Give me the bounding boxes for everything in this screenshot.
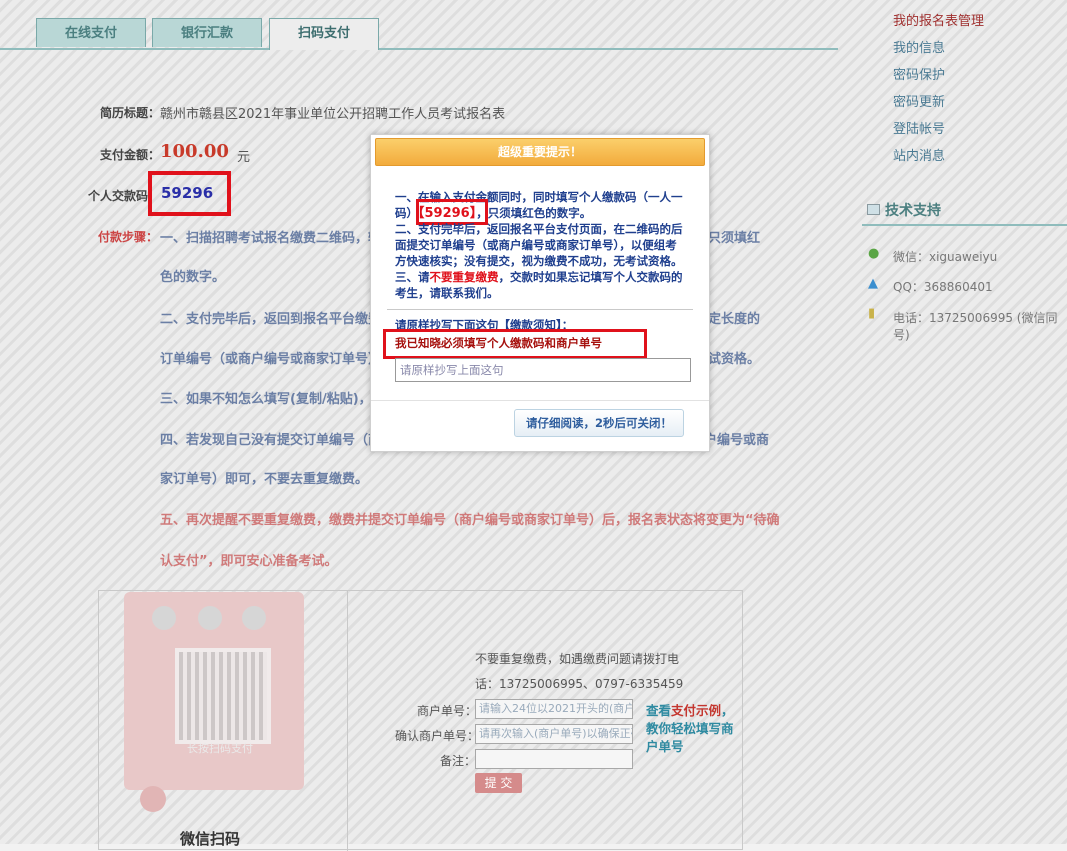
merchant-number-input[interactable]: 请输入24位以2021开头的(商户单	[475, 699, 633, 719]
shield-icon	[242, 606, 266, 630]
sidebar-item-login-account[interactable]: 登陆帐号	[893, 118, 945, 137]
important-notice-modal: 超级重要提示！ 一、在输入支付金额同时，同时填写个人缴款码（一人一 码）【592…	[370, 134, 710, 452]
confirm-merchant-label: 确认商户单号：	[395, 729, 480, 743]
wechat-contact-icon: ●	[868, 246, 880, 261]
support-wechat: 微信：xiguaweiyu	[893, 250, 998, 264]
teach-line2: 户单号	[646, 739, 684, 754]
phone-icon: ▮	[868, 306, 876, 321]
step-1-line-b: 只须填红	[708, 231, 761, 246]
modal-point-1-suffix: ，只须填红色的数字。	[476, 206, 592, 220]
resume-value: 赣州市赣县区2021年事业单位公开招聘工作人员考试报名表	[160, 107, 506, 122]
step-3-line-a: 三、如果不知怎么填写(复制/粘贴)，请	[160, 392, 385, 407]
amount-value: 100.00	[160, 141, 229, 162]
wechat-scan-title: 微信扫码	[180, 830, 241, 848]
remark-input[interactable]	[475, 749, 633, 769]
code-value: 59296	[161, 184, 214, 202]
tab-bank-transfer[interactable]: 银行汇款	[152, 18, 262, 47]
qq-icon: ▲	[868, 276, 878, 291]
step-1-line-c: 色的数字。	[160, 270, 226, 285]
modal-point-3-red: 不要重复缴费	[429, 270, 499, 284]
step-4-line-b: 户编号或商	[704, 433, 770, 448]
modal-divider	[387, 309, 693, 310]
resume-label: 简历标题：	[100, 106, 161, 120]
merchant-logo-icon	[140, 786, 166, 812]
panel-divider	[347, 591, 348, 851]
submit-button[interactable]: 提 交	[475, 773, 522, 793]
merchant-label: 商户单号：	[417, 704, 478, 718]
support-phone: 电话：13725006995 (微信同号)	[893, 311, 1058, 342]
check-icon	[198, 606, 222, 630]
modal-title: 超级重要提示！	[375, 138, 705, 166]
tab-online-pay[interactable]: 在线支付	[36, 18, 146, 47]
step-2-line-a: 二、支付完毕后，返回到报名平台缴费	[160, 312, 382, 327]
sidebar-item-messages[interactable]: 站内消息	[893, 145, 945, 164]
remark-label: 备注：	[440, 754, 477, 768]
example-suffix: ，	[721, 703, 734, 718]
step-5-line-b: 认支付”，即可安心准备考试。	[160, 554, 338, 569]
teach-line1: 教你轻松填写商	[646, 721, 734, 736]
sidebar-item-registration-manage[interactable]: 我的报名表管理	[893, 10, 984, 29]
modal-point-3-suffix: ，交款时如果忘记填写个人交款码的	[498, 270, 683, 284]
modal-point-3-line-b: 考生，请联系我们。	[395, 286, 499, 300]
support-qq: QQ：368860401	[893, 280, 993, 294]
tab-scan-pay[interactable]: 扫码支付	[269, 18, 379, 50]
step-1-line-a: 一、扫描招聘考试报名缴费二维码，输	[160, 231, 382, 246]
payment-example-link[interactable]: 支付示例	[671, 703, 721, 718]
support-title: 技术支持	[885, 203, 941, 219]
modal-point-3-prefix: 三、请	[395, 270, 430, 284]
qr-caption: 长按扫码支付	[187, 742, 253, 755]
step-2-line-c: 订单编号（或商户编号或商家订单号）	[160, 352, 382, 367]
code-label: 个人交款码	[88, 189, 149, 203]
step-4-line-c: 家订单号）即可，不要去重复缴费。	[160, 472, 369, 487]
modal-footer-divider	[371, 400, 709, 401]
monitor-icon	[867, 204, 880, 215]
sidebar-item-password-protect[interactable]: 密码保护	[893, 64, 945, 83]
payment-tabs: 在线支付 银行汇款 扫码支付	[0, 18, 838, 50]
payment-notice-line1: 不要重复缴费，如遇缴费问题请拨打电	[475, 652, 680, 666]
modal-copy-input[interactable]: 请原样抄写上面这句	[395, 358, 691, 382]
modal-point-2-line-c: 方快速核实；没有提交，视为缴费不成功，无考试资格。	[395, 254, 683, 268]
sidebar-item-password-update[interactable]: 密码更新	[893, 91, 945, 110]
example-line: 查看支付示例，	[646, 700, 734, 719]
amount-unit: 元	[237, 150, 251, 165]
wechat-icon	[152, 606, 176, 630]
step-4-line-a: 四、若发现自己没有提交订单编号（商	[160, 433, 382, 448]
modal-point-3-line-a: 三、请不要重复缴费，交款时如果忘记填写个人交款码的	[395, 269, 695, 285]
step-2-line-b: 定长度的	[708, 312, 761, 327]
modal-point-1-prefix: 码）	[395, 206, 418, 220]
example-prefix: 查看	[646, 703, 672, 718]
modal-phrase: 我已知晓必须填写个人缴款码和商户单号	[395, 336, 602, 350]
modal-close-button[interactable]: 请仔细阅读，2秒后可关闭！	[514, 409, 684, 437]
amount-label: 支付金额：	[100, 148, 161, 162]
sidebar-item-my-info[interactable]: 我的信息	[893, 37, 945, 56]
step-5-line-a: 五、再次提醒不要重复缴费，缴费并提交订单编号（商户编号或商家订单号）后，报名表状…	[160, 513, 780, 528]
confirm-merchant-input[interactable]: 请再次输入(商户单号)以确保正确	[475, 724, 633, 744]
payment-notice-line2: 话：13725006995、0797-6335459	[475, 677, 684, 691]
step-2-line-d: 试资格。	[708, 352, 761, 367]
modal-point-2-line-a: 二、支付完毕后，返回报名平台支付页面，在二维码的后	[395, 222, 683, 236]
steps-label: 付款步骤：	[98, 230, 159, 244]
qr-code-image[interactable]	[175, 648, 271, 744]
modal-point-2-line-b: 面提交订单编号（或商户编号或商家订单号），以便组考	[395, 238, 677, 252]
